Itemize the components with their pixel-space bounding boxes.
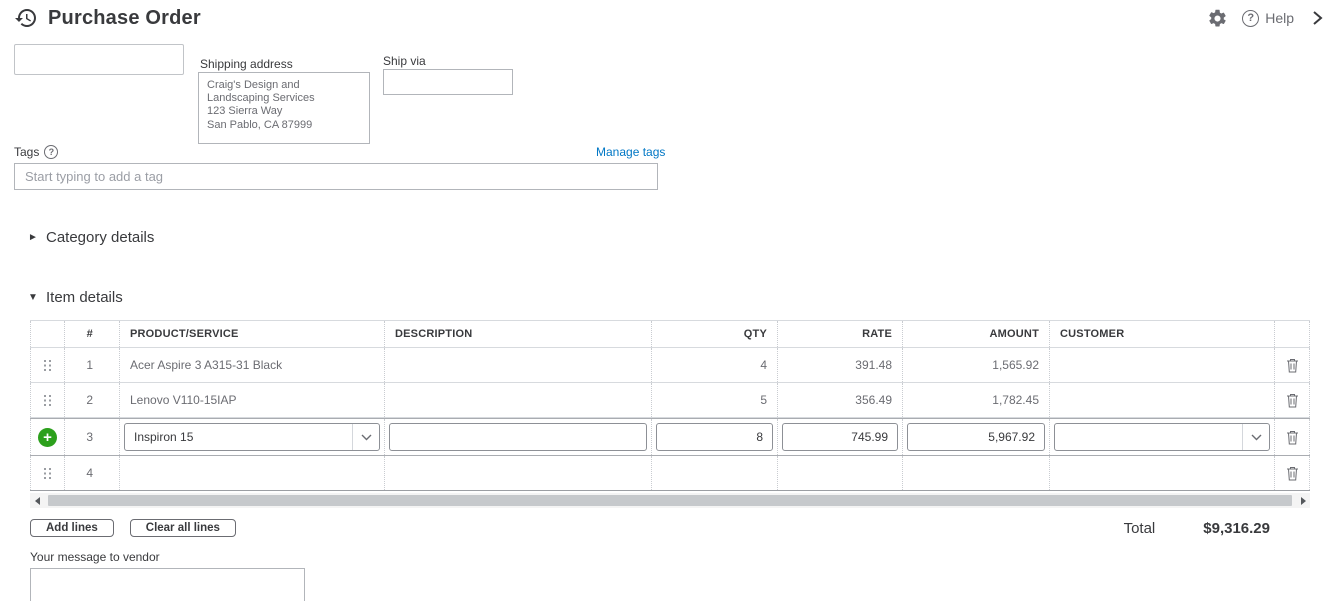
category-details-label: Category details xyxy=(46,229,155,246)
col-header-qty: QTY xyxy=(652,321,778,347)
description-input[interactable] xyxy=(389,423,647,451)
add-lines-button[interactable]: Add lines xyxy=(30,519,114,537)
rate-cell[interactable]: 356.49 xyxy=(778,383,903,417)
top-form-section: Shipping address Craig's Design and Land… xyxy=(0,36,1340,202)
rate-input[interactable] xyxy=(782,423,898,451)
collapsed-triangle-icon: ► xyxy=(28,232,38,243)
manage-tags-link[interactable]: Manage tags xyxy=(596,145,665,159)
horizontal-scrollbar[interactable] xyxy=(30,493,1310,508)
amount-cell[interactable]: 1,565.92 xyxy=(903,348,1050,382)
table-row: 1 Acer Aspire 3 A315-31 Black 4 391.48 1… xyxy=(30,348,1310,383)
table-row: 2 Lenovo V110-15IAP 5 356.49 1,782.45 xyxy=(30,383,1310,418)
expanded-triangle-icon: ▼ xyxy=(28,292,38,303)
item-details-table: # PRODUCT/SERVICE DESCRIPTION QTY RATE A… xyxy=(30,320,1310,491)
help-button[interactable]: ? Help xyxy=(1242,9,1294,27)
col-header-num: # xyxy=(65,321,120,347)
qty-cell[interactable]: 5 xyxy=(652,383,778,417)
message-to-vendor-label: Your message to vendor xyxy=(30,550,160,564)
rate-cell[interactable]: 391.48 xyxy=(778,348,903,382)
row-number: 2 xyxy=(65,383,120,417)
trash-icon[interactable] xyxy=(1286,393,1299,408)
chevron-down-icon xyxy=(352,424,379,450)
help-circle-icon: ? xyxy=(1242,9,1260,27)
col-header-customer: CUSTOMER xyxy=(1050,321,1275,347)
row-number: 3 xyxy=(65,419,120,455)
qty-cell[interactable]: 4 xyxy=(652,348,778,382)
clear-all-lines-button[interactable]: Clear all lines xyxy=(129,519,236,537)
table-row-active: + 3 Inspiron 15 xyxy=(30,418,1310,456)
drag-handle-icon[interactable] xyxy=(43,359,53,372)
drag-handle-icon[interactable] xyxy=(43,467,53,480)
customer-cell[interactable] xyxy=(1050,348,1275,382)
tags-help-icon[interactable]: ? xyxy=(44,145,59,159)
row-number: 4 xyxy=(65,456,120,490)
page-title: Purchase Order xyxy=(48,6,201,29)
chevron-down-icon xyxy=(1242,424,1269,450)
vendor-address-field[interactable] xyxy=(14,44,184,75)
qty-cell[interactable] xyxy=(652,456,778,490)
total-value: $9,316.29 xyxy=(1203,519,1270,537)
scroll-right-icon[interactable] xyxy=(1296,493,1310,508)
product-select-value: Inspiron 15 xyxy=(134,430,194,444)
qty-input[interactable] xyxy=(656,423,773,451)
trash-icon[interactable] xyxy=(1286,466,1299,481)
chevron-right-icon[interactable] xyxy=(1308,9,1326,27)
description-cell[interactable] xyxy=(385,456,652,490)
product-cell[interactable]: Lenovo V110-15IAP xyxy=(120,383,385,417)
total-label: Total xyxy=(1123,519,1156,537)
amount-cell[interactable] xyxy=(903,456,1050,490)
col-header-description: DESCRIPTION xyxy=(385,321,652,347)
scrollbar-thumb[interactable] xyxy=(48,495,1292,506)
drag-handle-icon[interactable] xyxy=(43,394,53,407)
message-to-vendor-field[interactable] xyxy=(30,568,305,601)
product-cell[interactable] xyxy=(120,456,385,490)
ship-via-field[interactable] xyxy=(383,69,513,95)
amount-cell[interactable]: 1,782.45 xyxy=(903,383,1050,417)
item-details-toggle[interactable]: ▼ Item details xyxy=(28,289,1340,306)
trash-icon[interactable] xyxy=(1286,430,1299,445)
shipping-address-field[interactable]: Craig's Design and Landscaping Services … xyxy=(198,72,370,144)
customer-select[interactable] xyxy=(1054,423,1270,451)
add-row-button[interactable]: + xyxy=(38,427,57,447)
description-cell[interactable] xyxy=(385,348,652,382)
rate-cell[interactable] xyxy=(778,456,903,490)
gear-icon[interactable] xyxy=(1207,8,1228,29)
help-label: Help xyxy=(1265,10,1294,26)
col-header-amount: AMOUNT xyxy=(903,321,1050,347)
row-number: 1 xyxy=(65,348,120,382)
customer-cell[interactable] xyxy=(1050,383,1275,417)
col-header-product: PRODUCT/SERVICE xyxy=(120,321,385,347)
product-cell[interactable]: Acer Aspire 3 A315-31 Black xyxy=(120,348,385,382)
scroll-left-icon[interactable] xyxy=(30,493,44,508)
shipping-address-label: Shipping address xyxy=(200,57,293,71)
amount-input[interactable] xyxy=(907,423,1045,451)
description-cell[interactable] xyxy=(385,383,652,417)
tags-input[interactable] xyxy=(14,163,658,190)
product-select[interactable]: Inspiron 15 xyxy=(124,423,380,451)
tags-label: Tags xyxy=(14,145,40,159)
trash-icon[interactable] xyxy=(1286,358,1299,373)
table-header-row: # PRODUCT/SERVICE DESCRIPTION QTY RATE A… xyxy=(30,320,1310,348)
customer-cell[interactable] xyxy=(1050,456,1275,490)
page-header: Purchase Order ? Help xyxy=(0,0,1340,36)
table-row: 4 xyxy=(30,456,1310,491)
category-details-toggle[interactable]: ► Category details xyxy=(28,229,1340,246)
ship-via-label: Ship via xyxy=(383,54,426,68)
item-details-label: Item details xyxy=(46,289,123,306)
col-header-rate: RATE xyxy=(778,321,903,347)
history-icon[interactable] xyxy=(14,6,38,30)
